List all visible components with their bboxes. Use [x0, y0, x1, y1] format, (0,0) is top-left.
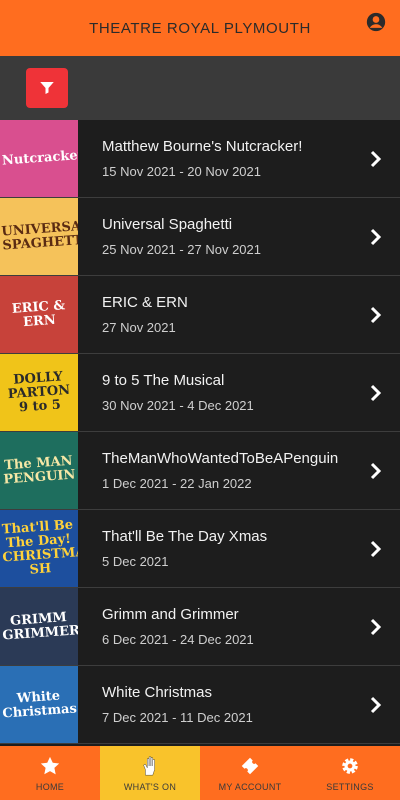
tab-my-account[interactable]: MY ACCOUNT [200, 746, 300, 800]
chevron-right-icon [370, 384, 382, 401]
ticket-icon [241, 757, 259, 774]
hand-icon [143, 756, 155, 775]
chevron-right-icon [370, 618, 382, 635]
page-title: THEATRE ROYAL PLYMOUTH [89, 19, 311, 37]
chevron-right-icon [370, 150, 382, 167]
show-thumbnail: The MAN PENGUIN [0, 432, 78, 509]
tab-label: MY ACCOUNT [218, 781, 282, 792]
show-title: Universal Spaghetti [102, 216, 233, 233]
filter-bar [0, 56, 400, 120]
show-thumbnail: That'll Be The Day! CHRISTMAS SH [0, 510, 78, 587]
account-circle-icon[interactable] [366, 12, 386, 32]
show-title: White Christmas [102, 684, 213, 701]
thumbnail-text: GRIMM GRIMMER [2, 609, 78, 644]
show-list: Nutcracker Matthew Bourne's Nutcracker! … [0, 120, 400, 746]
show-list-item[interactable]: ERIC & ERN ERIC & ERN 27 Nov 2021 [0, 276, 400, 354]
chevron-right-icon [370, 540, 382, 557]
chevron-right-icon [370, 696, 382, 713]
star-icon [40, 756, 60, 774]
show-list-item[interactable]: UNIVERSAL SPAGHETTI Universal Spaghetti … [0, 198, 400, 276]
filter-button[interactable] [26, 68, 68, 108]
show-title: TheManWhoWantedToBeAPenguin [102, 450, 339, 467]
show-list-item[interactable]: GRIMM GRIMMER Grimm and Grimmer 6 Dec 20… [0, 588, 400, 666]
show-dates: 15 Nov 2021 - 20 Nov 2021 [102, 164, 261, 179]
show-list-item[interactable]: The MAN PENGUIN TheManWhoWantedToBeAPeng… [0, 432, 400, 510]
show-thumbnail: Nutcracker [0, 120, 78, 197]
thumbnail-text: UNIVERSAL SPAGHETTI [1, 217, 78, 254]
show-title: Grimm and Grimmer [102, 606, 239, 623]
show-title: 9 to 5 The Musical [102, 372, 225, 389]
chevron-right-icon [370, 306, 382, 323]
show-title: ERIC & ERN [102, 294, 188, 311]
thumbnail-text: Nutcracker [1, 147, 78, 169]
show-info: That'll Be The Day Xmas 5 Dec 2021 [102, 528, 400, 569]
tab-label: HOME [35, 781, 65, 792]
show-thumbnail: UNIVERSAL SPAGHETTI [0, 198, 78, 275]
show-thumbnail: GRIMM GRIMMER [0, 588, 78, 665]
filter-icon [40, 82, 54, 94]
show-dates: 5 Dec 2021 [102, 554, 169, 569]
tab-home[interactable]: HOME [0, 746, 100, 800]
show-thumbnail: ERIC & ERN [0, 276, 78, 353]
bottom-tab-bar: HOME WHAT'S ON MY ACCOUNT SETTINGS [0, 746, 400, 800]
show-info: Matthew Bourne's Nutcracker! 15 Nov 2021… [102, 138, 400, 179]
show-info: Grimm and Grimmer 6 Dec 2021 - 24 Dec 20… [102, 606, 400, 647]
chevron-right-icon [370, 462, 382, 479]
show-info: TheManWhoWantedToBeAPenguin 1 Dec 2021 -… [102, 450, 400, 491]
show-dates: 30 Nov 2021 - 4 Dec 2021 [102, 398, 254, 413]
app-header: THEATRE ROYAL PLYMOUTH [0, 0, 400, 56]
show-dates: 7 Dec 2021 - 11 Dec 2021 [102, 710, 253, 725]
show-dates: 25 Nov 2021 - 27 Nov 2021 [102, 242, 261, 257]
show-info: ERIC & ERN 27 Nov 2021 [102, 294, 400, 335]
show-thumbnail: White Christmas [0, 666, 78, 743]
thumbnail-text: White Christmas [2, 688, 78, 722]
show-list-item[interactable]: DOLLY PARTON 9 to 5 9 to 5 The Musical 3… [0, 354, 400, 432]
show-list-item[interactable]: Nutcracker Matthew Bourne's Nutcracker! … [0, 120, 400, 198]
show-title: Matthew Bourne's Nutcracker! [102, 138, 303, 155]
tab-what-s-on[interactable]: WHAT'S ON [100, 746, 200, 800]
gear-icon [342, 757, 358, 774]
show-dates: 1 Dec 2021 - 22 Jan 2022 [102, 476, 252, 491]
show-info: White Christmas 7 Dec 2021 - 11 Dec 2021 [102, 684, 400, 725]
tab-settings[interactable]: SETTINGS [300, 746, 400, 800]
show-title: That'll Be The Day Xmas [102, 528, 268, 545]
show-dates: 6 Dec 2021 - 24 Dec 2021 [102, 632, 254, 647]
show-list-item[interactable]: That'll Be The Day! CHRISTMAS SH That'll… [0, 510, 400, 588]
thumbnail-text: ERIC & ERN [11, 297, 66, 330]
show-list-item[interactable]: White Christmas White Christmas 7 Dec 20… [0, 666, 400, 744]
show-dates: 27 Nov 2021 [102, 320, 176, 335]
thumbnail-text: DOLLY PARTON 9 to 5 [7, 368, 71, 415]
thumbnail-text: That'll Be The Day! CHRISTMAS SH [1, 517, 78, 578]
tab-label: SETTINGS [326, 781, 374, 792]
show-info: 9 to 5 The Musical 30 Nov 2021 - 4 Dec 2… [102, 372, 400, 413]
show-thumbnail: DOLLY PARTON 9 to 5 [0, 354, 78, 431]
thumbnail-text: The MAN PENGUIN [3, 453, 76, 487]
show-info: Universal Spaghetti 25 Nov 2021 - 27 Nov… [102, 216, 400, 257]
tab-label: WHAT'S ON [123, 781, 177, 792]
chevron-right-icon [370, 228, 382, 245]
